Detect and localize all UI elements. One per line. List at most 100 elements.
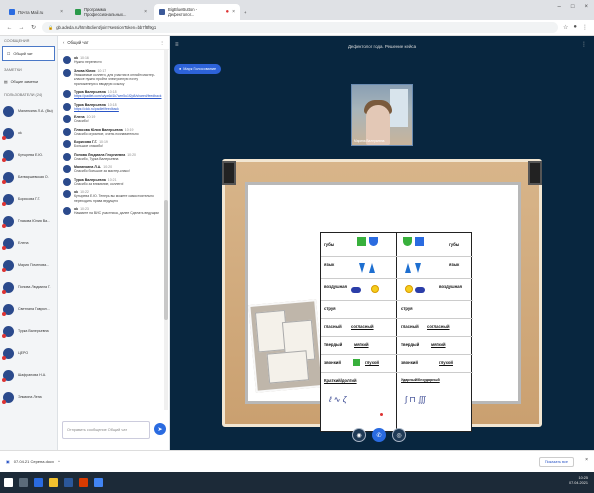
public-chat-item[interactable]: ☐ Общий чат [2,46,55,61]
message-link[interactable]: https://clck.ru/padlet/feedback [74,107,159,112]
download-file-name[interactable]: 07.04.21 Серена.docx [14,459,54,464]
microphone-button[interactable]: ◉ [352,428,366,442]
session-title: Дефектолог года. Решение кейса [347,43,417,49]
chat-message-input[interactable]: Отправить сообщение Общий чат [62,421,150,439]
user-item[interactable]: Борисова Г.Г. [0,188,57,210]
user-name: Батваршевская О. [18,175,49,179]
message-text: Спасибо огромное, очень познавательно [74,131,139,136]
user-item[interactable]: ЦЕРО [0,342,57,364]
chevron-up-icon[interactable]: ^ [58,459,60,464]
user-item[interactable]: Светлана Гаврил... [0,298,57,320]
cell-left: звонкий [324,360,341,365]
reload-icon[interactable]: ↻ [30,24,37,31]
chat-message: ok 10:16 Нужно перенести [58,54,164,67]
search-icon[interactable] [19,478,28,487]
webcam-video[interactable]: Марина Валерьевна [351,84,413,146]
user-item[interactable]: Попова Людмила Г. [0,276,57,298]
close-tab-icon[interactable]: × [60,9,63,15]
chat-scrollbar[interactable] [164,50,168,410]
close-window-icon[interactable]: × [584,4,588,10]
close-tab-icon[interactable]: × [232,9,235,15]
shared-notes-item[interactable]: ▤ Общие заметки [0,75,57,88]
avatar [63,140,71,148]
webcam-background-window [390,89,408,127]
explorer-icon[interactable] [49,478,58,487]
new-tab-button[interactable]: + [242,4,252,20]
message-link[interactable]: https://padlet.com/u/yw6d1k7wm5u1f2p8/sh… [74,94,161,99]
cell-right: струя [401,306,413,311]
hamburger-icon[interactable]: ≡ [175,42,179,48]
table-row: струя струя [321,301,473,319]
cloud-icon [351,287,361,293]
close-downloads-icon[interactable]: × [585,457,588,463]
user-item[interactable]: ok [0,122,57,144]
chevron-left-icon[interactable]: ‹ [63,40,64,45]
cell-right-underlined: мягкий [431,342,446,347]
sun-icon [405,285,413,293]
user-name: Борисова Г.Г. [18,197,41,201]
table-row: твердый мягкий твердый мягкий [321,337,473,355]
bbb-favicon-icon [159,9,165,15]
cell-right: воздушная [439,284,462,289]
mail-favicon-icon [9,9,15,15]
avatar [2,281,14,294]
mic-icon: ● [179,67,182,71]
url-text: gb.adeda.ru/html5client/join?sessionToke… [56,25,157,30]
user-item[interactable]: Эльвина Лена [0,386,57,408]
chat-message: ok 10:23 Нажмите на ВИС участника, далее С… [58,205,164,218]
chrome-icon[interactable] [94,478,103,487]
send-button[interactable]: ➤ [154,423,166,435]
star-icon[interactable]: ☆ [563,24,568,31]
table-row: язык язык [321,257,473,279]
window-controls: – □ × [558,4,588,10]
avatar [2,127,14,140]
forward-icon[interactable]: → [18,25,25,31]
browser-tab-program[interactable]: Программа Профессиональных... × [70,4,152,20]
recording-status[interactable]: ● Марк Голосование [174,64,222,74]
avatar [63,177,71,186]
cell-left-underlined: глухой [365,360,379,365]
user-item[interactable]: Кутырева Е.Ю. [0,144,57,166]
task-view-icon[interactable] [34,478,43,487]
user-item[interactable]: Елена [0,232,57,254]
user-item[interactable]: Глазова Юлия Ва... [0,210,57,232]
browser-tab-mail[interactable]: Почта Mail.ru × [4,4,68,20]
program-favicon-icon [75,9,81,15]
word-icon[interactable] [64,478,73,487]
close-tab-icon[interactable]: × [144,9,147,15]
tab-label: BigBlueButton - Дефектолог... [168,7,198,17]
options-icon[interactable]: ⋮ [581,41,587,48]
cell-right: гласный [401,324,419,329]
system-tray[interactable]: 10:25 07.04.2021 [569,476,588,486]
user-item[interactable]: Батваршевская О. [0,166,57,188]
browser-tab-bbb[interactable]: BigBlueButton - Дефектолог... ● × [154,4,240,20]
url-field[interactable]: 🔒 gb.adeda.ru/html5client/join?sessionTo… [42,22,558,33]
microphone-icon: ◉ [356,432,362,439]
phone-icon: ✆ [376,432,382,439]
audio-button[interactable]: ✆ [372,428,386,442]
avatar [2,193,14,206]
minimize-icon[interactable]: – [558,4,561,10]
chat-message: Злова Юлия 10:17 Уважаемые коллеги, для уч… [58,67,164,89]
user-item[interactable]: Турка Валерьевна [0,320,57,342]
user-name: Светлана Гаврил... [18,307,50,311]
camera-button[interactable]: ◎ [392,428,406,442]
user-item[interactable]: Малинкина Л.А. (Вы) [0,100,57,122]
cell-right: звонкий [401,360,418,365]
user-item[interactable]: Шафранова Н.А. [0,364,57,386]
more-options-icon[interactable]: ⋮ [160,40,164,45]
menu-icon[interactable]: ⋮ [582,24,588,31]
message-time: 10:20 [127,152,136,157]
chat-scroll-thumb[interactable] [164,200,168,320]
back-icon[interactable]: ← [6,25,13,31]
arrow-down-icon [415,263,421,273]
maximize-icon[interactable]: □ [571,4,575,10]
user-item[interactable]: Мария Почепова... [0,254,57,276]
user-name: Попова Людмила Г. [18,285,51,289]
browser-tab-bar: Почта Mail.ru × Программа Профессиональн… [0,0,594,20]
start-icon[interactable] [4,478,13,487]
profile-icon[interactable]: ● [573,24,577,31]
avatar [63,127,71,136]
show-all-button[interactable]: Показать все [538,457,574,467]
powerpoint-icon[interactable] [79,478,88,487]
